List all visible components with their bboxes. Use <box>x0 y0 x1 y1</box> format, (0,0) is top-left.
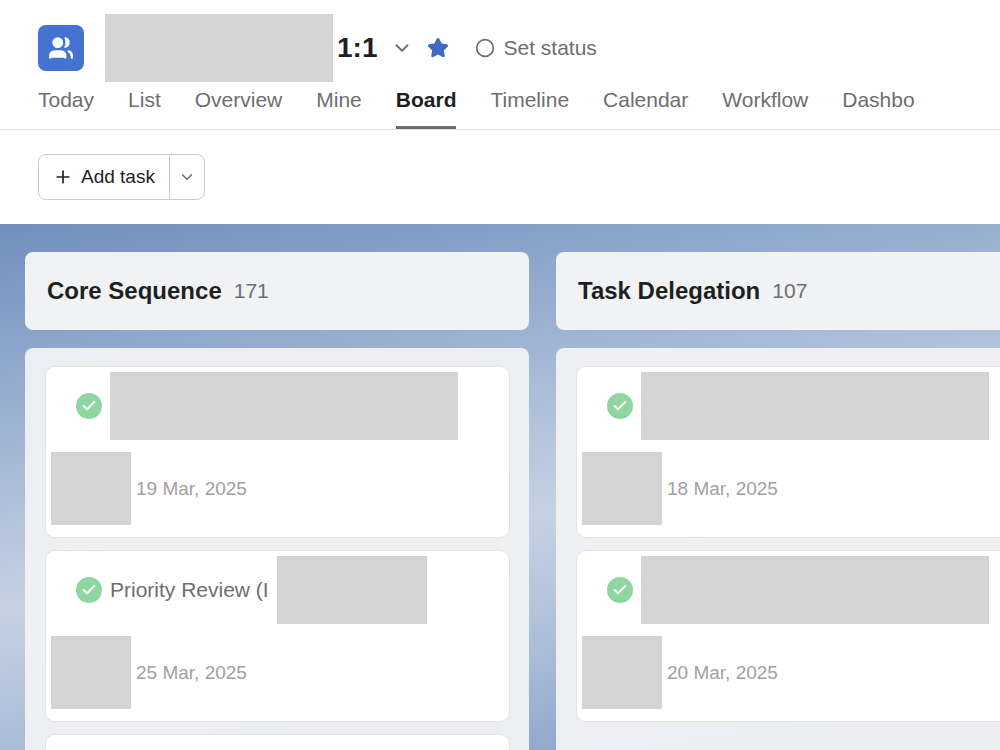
tab[interactable]: Today <box>38 86 94 129</box>
project-title[interactable]: 1:1 <box>337 32 377 64</box>
column-count: 107 <box>772 279 807 303</box>
column-name[interactable]: Core Sequence <box>47 277 222 305</box>
tab[interactable]: List <box>128 86 161 129</box>
card-title-row: Priority Review (I <box>51 556 509 624</box>
task-card[interactable]: 20 Mar, 2025 <box>576 550 1000 722</box>
add-task-button[interactable]: Add task <box>39 155 170 199</box>
tab[interactable]: Workflow <box>722 86 808 129</box>
column-header[interactable]: Core Sequence 171 <box>25 252 529 330</box>
task-card[interactable]: 19 Mar, 2025 <box>45 366 510 538</box>
status-circle-icon[interactable] <box>475 38 495 58</box>
tab[interactable]: Overview <box>195 86 283 129</box>
tab-bar: Today List Overview Mine Board Timeline Calend… <box>0 82 1000 130</box>
column-name[interactable]: Task Delegation <box>578 277 760 305</box>
column-body: 18 Mar, 2025 20 Mar, 2025 <box>556 348 1000 750</box>
project-users-icon <box>38 25 84 71</box>
redacted-title <box>277 556 427 624</box>
column-body: 19 Mar, 2025 Priority Review (I 25 Mar, 20… <box>25 348 529 750</box>
due-date[interactable]: 18 Mar, 2025 <box>667 478 778 500</box>
complete-check-icon[interactable] <box>76 393 102 419</box>
redacted-assignee <box>51 636 131 709</box>
redacted-title <box>641 556 989 624</box>
chevron-down-icon[interactable] <box>391 37 413 59</box>
due-date[interactable]: 20 Mar, 2025 <box>667 662 778 684</box>
task-card[interactable]: Priority Review (I 25 Mar, 2025 <box>45 550 510 722</box>
toolbar: Add task <box>0 130 1000 224</box>
add-task-split-button: Add task <box>38 154 205 200</box>
due-date[interactable]: 19 Mar, 2025 <box>136 478 247 500</box>
task-card[interactable] <box>45 734 510 750</box>
tab[interactable]: Dashbo <box>842 86 914 129</box>
complete-check-icon[interactable] <box>607 393 633 419</box>
card-title[interactable]: Priority Review (I <box>110 578 269 602</box>
board-column: Core Sequence 171 19 Mar, 2025 Priority Rev… <box>25 252 529 750</box>
tab[interactable]: Board <box>396 86 457 129</box>
card-meta: 20 Mar, 2025 <box>582 636 1000 709</box>
set-status-button[interactable]: Set status <box>503 36 596 60</box>
due-date[interactable]: 25 Mar, 2025 <box>136 662 247 684</box>
add-task-menu-button[interactable] <box>170 155 204 199</box>
card-title-row <box>582 556 1000 624</box>
complete-check-icon[interactable] <box>76 577 102 603</box>
tab[interactable]: Timeline <box>490 86 569 129</box>
column-count: 171 <box>234 279 269 303</box>
card-title-row <box>51 372 509 440</box>
card-meta: 18 Mar, 2025 <box>582 452 1000 525</box>
board: Core Sequence 171 19 Mar, 2025 Priority Rev… <box>0 224 1000 750</box>
redacted-title <box>110 372 458 440</box>
chevron-down-icon <box>178 168 196 186</box>
tab[interactable]: Calendar <box>603 86 688 129</box>
card-meta: 19 Mar, 2025 <box>51 452 509 525</box>
redacted-assignee <box>582 636 662 709</box>
redacted-title <box>641 372 989 440</box>
tab[interactable]: Mine <box>316 86 362 129</box>
column-header[interactable]: Task Delegation 107 <box>556 252 1000 330</box>
task-card[interactable]: 18 Mar, 2025 <box>576 366 1000 538</box>
card-meta: 25 Mar, 2025 <box>51 636 509 709</box>
project-header: 1:1 Set status <box>0 0 1000 82</box>
redacted-assignee <box>582 452 662 525</box>
card-title-row <box>582 372 1000 440</box>
redacted-assignee <box>51 452 131 525</box>
star-icon[interactable] <box>427 37 449 59</box>
page: 1:1Set statusTodayListOverviewMineBoardT… <box>0 0 1000 750</box>
redacted-project-name <box>105 14 333 82</box>
board-column: Task Delegation 107 18 Mar, 2025 20 Mar, 20… <box>556 252 1000 750</box>
plus-icon <box>53 167 73 187</box>
complete-check-icon[interactable] <box>607 577 633 603</box>
